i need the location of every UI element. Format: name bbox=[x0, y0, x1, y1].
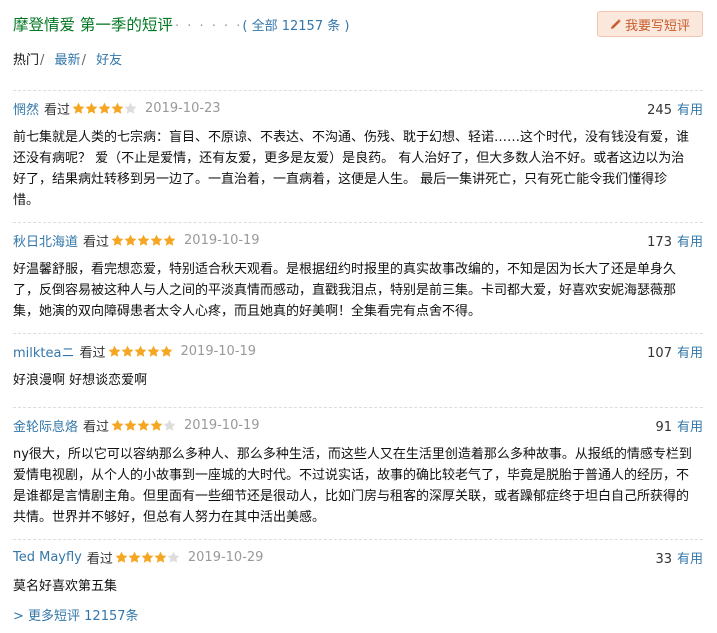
watched-status: 看过 bbox=[83, 234, 110, 250]
rating-stars bbox=[108, 345, 173, 358]
vote-area: 245 有用 bbox=[647, 99, 703, 118]
star-filled-icon bbox=[163, 234, 176, 246]
review-user-link[interactable]: 金轮际息烙 bbox=[13, 416, 78, 435]
vote-area: 33 有用 bbox=[655, 548, 703, 567]
write-comment-label: 我要写短评 bbox=[624, 18, 690, 34]
review-user-link[interactable]: 惘然 bbox=[13, 99, 39, 118]
star-filled-icon bbox=[72, 102, 85, 114]
review-date: 2019-10-29 bbox=[187, 549, 264, 565]
sort-tabs: 热门/ 最新/ 好友 bbox=[13, 49, 122, 68]
tab-friends[interactable]: 好友 bbox=[96, 53, 122, 68]
review-user-link[interactable]: 秋日北海道 bbox=[13, 231, 78, 250]
watched-status: 看过 bbox=[83, 419, 110, 435]
star-filled-icon bbox=[85, 102, 98, 114]
useful-button[interactable]: 有用 bbox=[677, 552, 703, 567]
review-user-link[interactable]: milkteaニ bbox=[13, 342, 74, 361]
star-filled-icon bbox=[137, 234, 150, 246]
vote-count: 91 bbox=[655, 420, 672, 435]
vote-count: 173 bbox=[647, 235, 672, 250]
useful-button[interactable]: 有用 bbox=[677, 103, 703, 118]
star-filled-icon bbox=[111, 419, 124, 431]
review-content: ny很大，所以它可以容纳那么多种人、那么多种生活，而这些人又在生活里创造着那么多… bbox=[13, 447, 692, 525]
star-filled-icon bbox=[141, 551, 154, 563]
review-content: 好浪漫啊 好想谈恋爱啊 bbox=[13, 373, 148, 388]
watched-status: 看过 bbox=[86, 551, 113, 567]
star-filled-icon bbox=[154, 551, 167, 563]
vote-area: 107 有用 bbox=[647, 342, 703, 361]
vote-area: 173 有用 bbox=[647, 231, 703, 250]
star-filled-icon bbox=[115, 551, 128, 563]
review-content: 好温馨舒服，看完想恋爱，特别适合秋天观看。是根据纽约时报里的真实故事改编的，不知… bbox=[13, 262, 677, 319]
review-item: 惘然 看过 2019-10-23 245 有用 前七集就是人类的七宗病：盲目、不原… bbox=[13, 90, 703, 228]
review-meta: 惘然 看过 2019-10-23 bbox=[13, 99, 221, 118]
review-date: 2019-10-19 bbox=[184, 232, 260, 248]
star-empty-icon bbox=[124, 102, 137, 114]
star-filled-icon bbox=[150, 234, 163, 246]
vote-area: 91 有用 bbox=[655, 416, 703, 435]
star-filled-icon bbox=[137, 419, 150, 431]
star-filled-icon bbox=[111, 102, 124, 114]
write-comment-button[interactable]: 我要写短评 bbox=[597, 11, 703, 37]
tab-separator: / bbox=[40, 53, 45, 68]
review-date: 2019-10-23 bbox=[145, 100, 221, 116]
review-user-link[interactable]: Ted Mayfly bbox=[13, 550, 82, 565]
star-filled-icon bbox=[128, 551, 141, 563]
review-item: 金轮际息烙 看过 2019-10-19 91 有用 ny很大，所以它可以容纳那么多… bbox=[13, 407, 703, 537]
vote-count: 107 bbox=[647, 346, 672, 361]
star-filled-icon bbox=[124, 419, 137, 431]
title-link[interactable]: 摩登情爱 第一季的短评 bbox=[13, 16, 173, 34]
all-comments-count-link[interactable]: ( 全部 12157 条 ) bbox=[242, 19, 349, 34]
vote-count: 245 bbox=[647, 103, 672, 118]
tab-separator: / bbox=[81, 53, 86, 68]
review-content: 前七集就是人类的七宗病：盲目、不原谅、不表达、不沟通、伤残、耽于幻想、轻诺……这… bbox=[13, 130, 690, 208]
pencil-icon bbox=[610, 18, 621, 30]
star-filled-icon bbox=[147, 345, 159, 357]
tab-hot[interactable]: 热门 bbox=[13, 53, 39, 68]
star-filled-icon bbox=[121, 345, 133, 357]
useful-button[interactable]: 有用 bbox=[677, 235, 703, 250]
review-meta: milkteaニ 看过 2019-10-19 bbox=[13, 342, 257, 361]
review-meta: 秋日北海道 看过 2019-10-19 bbox=[13, 231, 260, 250]
star-filled-icon bbox=[150, 419, 163, 431]
more-comments-link[interactable]: > 更多短评 12157条 bbox=[13, 605, 139, 624]
star-filled-icon bbox=[111, 234, 124, 246]
vote-count: 33 bbox=[655, 552, 672, 567]
star-filled-icon bbox=[108, 345, 120, 357]
star-empty-icon bbox=[163, 419, 176, 431]
watched-status: 看过 bbox=[79, 345, 106, 361]
rating-stars bbox=[111, 419, 176, 432]
rating-stars bbox=[111, 234, 176, 247]
title-dots: · · · · · · bbox=[174, 19, 243, 34]
review-content: 莫名好喜欢第五集 bbox=[13, 579, 118, 594]
watched-status: 看过 bbox=[44, 102, 71, 118]
review-item: milkteaニ 看过 2019-10-19 107 有用 好浪漫啊 好想谈恋爱啊 bbox=[13, 333, 703, 401]
page-title: 摩登情爱 第一季的短评 · · · · · ·( 全部 12157 条 ) bbox=[13, 13, 349, 35]
useful-button[interactable]: 有用 bbox=[677, 420, 703, 435]
rating-stars bbox=[115, 551, 180, 564]
star-filled-icon bbox=[98, 102, 111, 114]
star-filled-icon bbox=[160, 345, 172, 357]
tab-latest[interactable]: 最新 bbox=[55, 53, 81, 68]
star-empty-icon bbox=[167, 551, 180, 563]
review-meta: 金轮际息烙 看过 2019-10-19 bbox=[13, 416, 260, 435]
rating-stars bbox=[72, 102, 137, 115]
review-date: 2019-10-19 bbox=[184, 417, 260, 433]
star-filled-icon bbox=[124, 234, 137, 246]
review-meta: Ted Mayfly 看过 2019-10-29 bbox=[13, 548, 264, 567]
useful-button[interactable]: 有用 bbox=[677, 346, 703, 361]
review-date: 2019-10-19 bbox=[180, 343, 257, 359]
review-item: 秋日北海道 看过 2019-10-19 173 有用 好温馨舒服，看完想恋爱，特别… bbox=[13, 222, 703, 332]
comments-header: 摩登情爱 第一季的短评 · · · · · ·( 全部 12157 条 ) 我要写… bbox=[13, 11, 703, 38]
star-filled-icon bbox=[134, 345, 146, 357]
review-item: Ted Mayfly 看过 2019-10-29 33 有用 莫名好喜欢第五集 bbox=[13, 539, 703, 599]
